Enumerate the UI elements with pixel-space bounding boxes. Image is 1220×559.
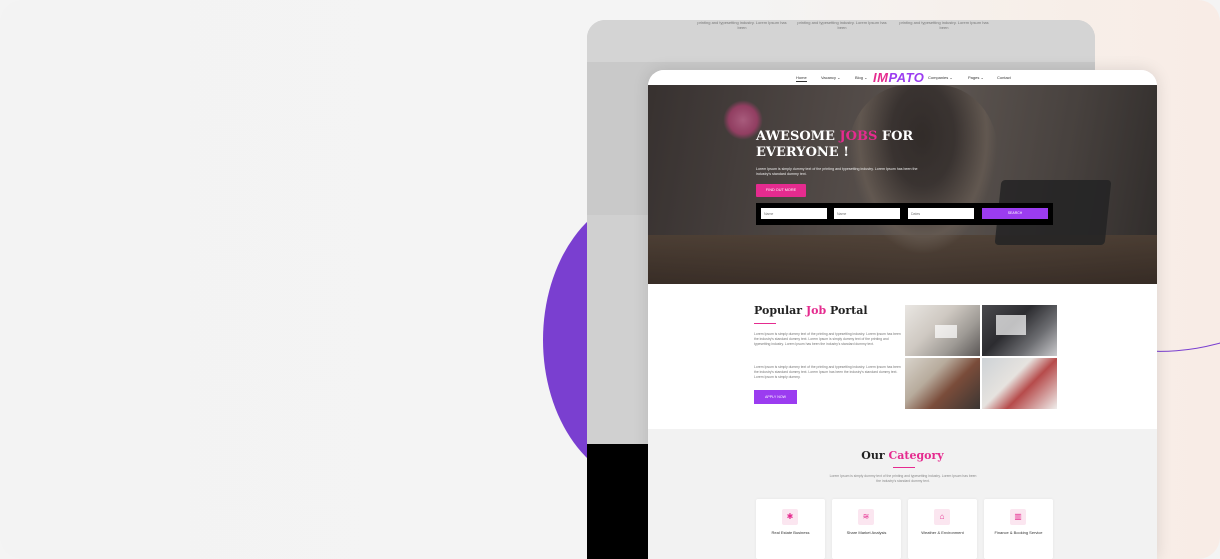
category-card[interactable]: ✱ Real Estate Business bbox=[756, 499, 825, 559]
category-label: Finance & Booking Service bbox=[994, 530, 1043, 535]
logo[interactable]: IMPATO bbox=[873, 70, 924, 85]
office-photo bbox=[982, 358, 1057, 409]
back-page-text: printing and typesetting industry. Lorem… bbox=[899, 20, 989, 30]
gear-icon: ✱ bbox=[782, 509, 798, 525]
category-label: Real Estate Business bbox=[771, 530, 810, 535]
hero-title-highlight: JOBS bbox=[839, 129, 878, 144]
portal-title-part: Popular bbox=[754, 304, 806, 317]
back-page-header: printing and typesetting industry. Lorem… bbox=[587, 20, 1095, 62]
find-out-more-button[interactable]: FIND OUT MORE bbox=[756, 184, 806, 197]
category-title-part: Our bbox=[861, 449, 889, 462]
search-button[interactable]: SEARCH bbox=[982, 208, 1048, 219]
logo-part: IM bbox=[873, 70, 889, 85]
title-underline bbox=[754, 323, 776, 324]
hero-section: AWESOME JOBS FOR EVERYONE ! Lorem Ipsum … bbox=[648, 85, 1157, 284]
category-card[interactable]: ⌂ Weather & Environment bbox=[908, 499, 977, 559]
back-page-block bbox=[587, 444, 651, 559]
search-name-input[interactable] bbox=[761, 208, 827, 219]
portal-title-part: Portal bbox=[826, 304, 868, 317]
apply-now-button[interactable]: APPLY NOW bbox=[754, 390, 797, 404]
hero-overlay bbox=[648, 85, 1157, 284]
portal-paragraph: Lorem Ipsum is simply dummy text of the … bbox=[754, 332, 901, 346]
title-underline bbox=[893, 467, 915, 468]
back-page-text: printing and typesetting industry. Lorem… bbox=[797, 20, 887, 30]
portal-title: Popular Job Portal bbox=[754, 304, 868, 317]
popular-portal-section: Popular Job Portal Lorem Ipsum is simply… bbox=[648, 284, 1157, 429]
nav-vacancy[interactable]: Vacancy ⌄ bbox=[821, 75, 841, 80]
showcase-canvas: printing and typesetting industry. Lorem… bbox=[0, 0, 1220, 559]
nav-pages[interactable]: Pages ⌄ bbox=[968, 75, 984, 80]
hero-title: AWESOME JOBS FOR EVERYONE ! bbox=[756, 129, 936, 161]
hero-description: Lorem Ipsum is simply dummy text of the … bbox=[756, 167, 918, 176]
office-photo bbox=[905, 358, 980, 409]
home-icon: ⌂ bbox=[934, 509, 950, 525]
category-label: Weather & Environment bbox=[921, 530, 964, 535]
search-name2-input[interactable] bbox=[834, 208, 900, 219]
back-page-text: printing and typesetting industry. Lorem… bbox=[697, 20, 787, 30]
nav-contact[interactable]: Contact bbox=[997, 75, 1011, 80]
category-description: Lorem Ipsum is simply dummy text of the … bbox=[829, 474, 977, 483]
portal-title-highlight: Job bbox=[805, 304, 827, 317]
category-section: Our Category Lorem Ipsum is simply dummy… bbox=[648, 429, 1157, 559]
office-photo bbox=[905, 305, 980, 356]
nav-blog[interactable]: Blog ⌄ bbox=[855, 75, 867, 80]
nav-home[interactable]: Home bbox=[796, 75, 807, 82]
category-card[interactable]: ▥ Finance & Booking Service bbox=[984, 499, 1053, 559]
category-card[interactable]: ≋ Share Market Analysis bbox=[832, 499, 901, 559]
top-nav: Home Vacancy ⌄ Blog ⌄ IMPATO Companies ⌄… bbox=[648, 70, 1157, 85]
laptop-shape bbox=[996, 315, 1026, 335]
portal-paragraph: Lorem Ipsum is simply dummy text of the … bbox=[754, 365, 901, 379]
category-title: Our Category bbox=[648, 449, 1157, 462]
category-label: Share Market Analysis bbox=[846, 530, 887, 535]
layers-icon: ≋ bbox=[858, 509, 874, 525]
chart-icon: ▥ bbox=[1010, 509, 1026, 525]
category-title-highlight: Category bbox=[888, 449, 944, 462]
website-preview: Home Vacancy ⌄ Blog ⌄ IMPATO Companies ⌄… bbox=[648, 70, 1157, 559]
logo-part: PATO bbox=[888, 70, 925, 85]
office-photo bbox=[982, 305, 1057, 356]
nav-companies[interactable]: Companies ⌄ bbox=[928, 75, 953, 80]
laptop-shape bbox=[935, 325, 957, 338]
hero-title-part: AWESOME bbox=[756, 129, 840, 144]
search-dates-input[interactable] bbox=[908, 208, 974, 219]
job-search-bar: SEARCH bbox=[756, 203, 1053, 225]
